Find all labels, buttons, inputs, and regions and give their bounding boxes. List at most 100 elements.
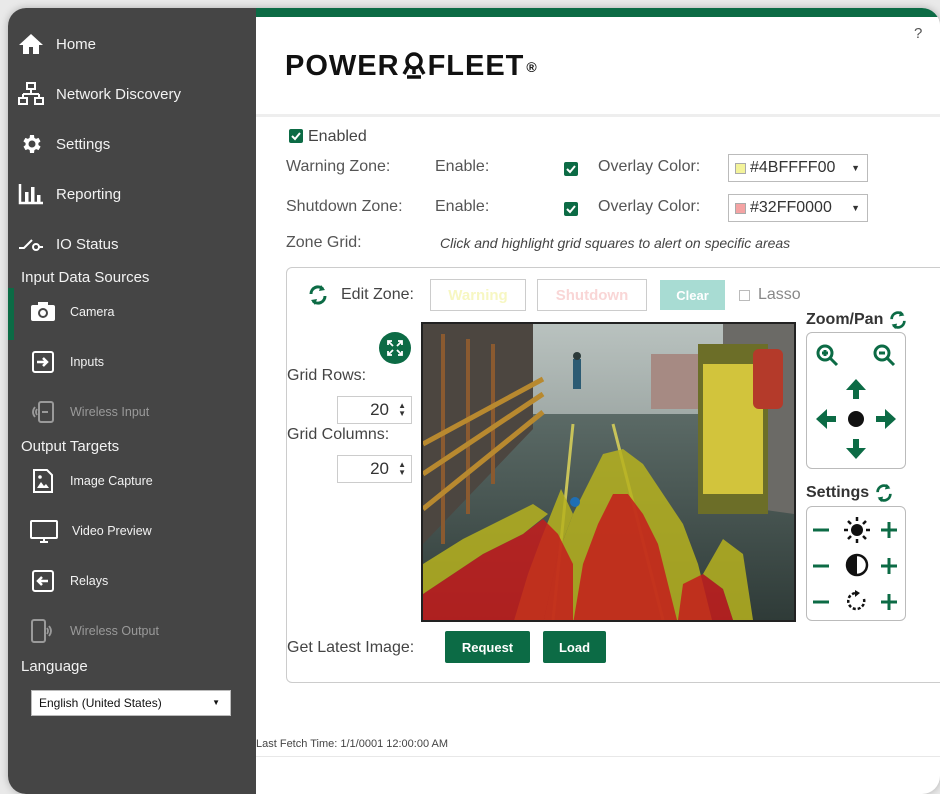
refresh-icon[interactable]	[874, 482, 894, 504]
nav-image-capture[interactable]: Image Capture	[30, 466, 153, 496]
enabled-label: Enabled	[308, 128, 367, 145]
shutdown-zone-label: Shutdown Zone:	[286, 198, 403, 215]
zoom-pan-box	[806, 332, 906, 469]
shutdown-color-select[interactable]: #32FF0000 ▼	[728, 194, 868, 222]
spinner-icon[interactable]: ▲ ▼	[398, 402, 406, 418]
pan-center-icon[interactable]	[847, 410, 865, 428]
chevron-down-icon: ▼	[212, 698, 220, 707]
edit-zone-label: Edit Zone:	[341, 286, 414, 303]
section-input-data-sources: Input Data Sources	[21, 269, 150, 286]
wireless-input-icon	[32, 401, 54, 423]
nav-label: Wireless Input	[70, 405, 150, 419]
zone-grid-hint: Click and highlight grid squares to aler…	[440, 235, 791, 251]
relay-icon	[32, 570, 54, 592]
contrast-minus-icon[interactable]	[812, 557, 830, 575]
camera-icon	[31, 302, 55, 321]
get-latest-image-label: Get Latest Image:	[287, 639, 415, 656]
nav-network-discovery[interactable]: Network Discovery	[18, 79, 181, 109]
shutdown-zone-button[interactable]: Shutdown	[537, 279, 647, 311]
nav-label: IO Status	[56, 235, 119, 253]
spinner-icon[interactable]: ▲ ▼	[398, 461, 406, 477]
brand-left: POWER	[285, 50, 400, 82]
nav-camera[interactable]: Camera	[30, 297, 114, 327]
home-icon	[19, 34, 43, 54]
brand-right: FLEET	[427, 50, 525, 82]
clear-button[interactable]: Clear	[660, 280, 725, 310]
chevron-down-icon: ▼	[851, 203, 860, 213]
zoom-in-icon[interactable]	[815, 343, 839, 367]
grid-rows-input[interactable]: 20 ▲ ▼	[337, 396, 412, 424]
rotate-plus-icon[interactable]	[880, 593, 898, 611]
pan-right-icon[interactable]	[874, 407, 898, 431]
contrast-plus-icon[interactable]	[880, 557, 898, 575]
nav-label: Image Capture	[70, 474, 153, 488]
warning-enable-checkbox[interactable]	[564, 162, 578, 176]
grid-columns-input[interactable]: 20 ▲ ▼	[337, 455, 412, 483]
nav-wireless-input[interactable]: Wireless Input	[30, 397, 149, 427]
camera-image-grid[interactable]	[421, 322, 796, 622]
nav-label: Network Discovery	[56, 85, 182, 103]
camera-scene	[423, 324, 794, 620]
nav-inputs[interactable]: Inputs	[30, 347, 104, 377]
shutdown-swatch	[735, 202, 746, 214]
enabled-checkbox[interactable]	[289, 129, 303, 143]
switch-icon	[19, 239, 43, 251]
warning-enable-label: Enable:	[435, 158, 490, 175]
brightness-plus-icon[interactable]	[880, 521, 898, 539]
lasso-checkbox[interactable]	[739, 290, 750, 301]
settings-label: Settings	[806, 484, 870, 501]
fullscreen-icon[interactable]	[379, 332, 411, 364]
top-accent-bar	[256, 8, 940, 17]
language-select[interactable]: English (United States) ▼	[31, 690, 231, 716]
brightness-minus-icon[interactable]	[812, 521, 830, 539]
check-icon	[291, 132, 301, 141]
nav-home[interactable]: Home	[18, 29, 96, 59]
nav-relays[interactable]: Relays	[30, 566, 108, 596]
warning-overlay-label: Overlay Color:	[598, 158, 701, 175]
network-icon	[18, 82, 44, 105]
header: POWER FLEET ®	[256, 17, 940, 117]
pan-left-icon[interactable]	[814, 407, 838, 431]
nav-reporting[interactable]: Reporting	[18, 179, 121, 209]
pan-up-icon[interactable]	[844, 377, 868, 401]
pan-down-icon[interactable]	[844, 437, 868, 461]
shutdown-overlay-label: Overlay Color:	[598, 198, 701, 215]
load-button[interactable]: Load	[543, 631, 606, 663]
check-icon	[566, 205, 576, 214]
language-value: English (United States)	[39, 696, 162, 710]
rotate-minus-icon[interactable]	[812, 593, 830, 611]
nav-video-preview[interactable]: Video Preview	[30, 516, 152, 546]
shutdown-enable-checkbox[interactable]	[564, 202, 578, 216]
footer-divider	[256, 756, 940, 757]
nav-label: Home	[56, 35, 97, 53]
section-output-targets: Output Targets	[21, 438, 120, 455]
lasso-label: Lasso	[758, 286, 801, 303]
nav-label: Relays	[70, 574, 109, 588]
brand-logo: POWER FLEET ®	[285, 50, 538, 83]
nav-wireless-output[interactable]: Wireless Output	[30, 616, 159, 646]
bar-chart-icon	[18, 184, 43, 205]
request-button[interactable]: Request	[445, 631, 530, 663]
brightness-icon	[844, 517, 870, 543]
last-fetch-time: Last Fetch Time: 1/1/0001 12:00:00 AM	[256, 738, 449, 750]
logo-mark-icon	[402, 51, 426, 79]
nav-label: Inputs	[70, 355, 105, 369]
warning-zone-button[interactable]: Warning	[430, 279, 526, 311]
nav-io-status[interactable]: IO Status	[18, 229, 119, 259]
warning-color-select[interactable]: #4BFFFF00 ▼	[728, 154, 868, 182]
zoom-out-icon[interactable]	[872, 343, 896, 367]
app-window: Home Network Discovery Settings Reportin…	[8, 8, 940, 794]
help-icon[interactable]: ?	[914, 25, 922, 42]
image-settings-box	[806, 506, 906, 621]
contrast-icon	[845, 553, 869, 577]
sidebar: Home Network Discovery Settings Reportin…	[8, 8, 256, 794]
nav-settings[interactable]: Settings	[18, 129, 110, 159]
refresh-icon[interactable]	[888, 309, 908, 331]
refresh-icon[interactable]	[307, 283, 329, 307]
warning-zone-label: Warning Zone:	[286, 158, 391, 175]
shutdown-enable-label: Enable:	[435, 198, 490, 215]
zoom-pan-title: Zoom/Pan	[806, 309, 908, 331]
nav-label: Video Preview	[72, 524, 152, 538]
zoom-pan-label: Zoom/Pan	[806, 311, 884, 328]
nav-label: Reporting	[56, 185, 122, 203]
